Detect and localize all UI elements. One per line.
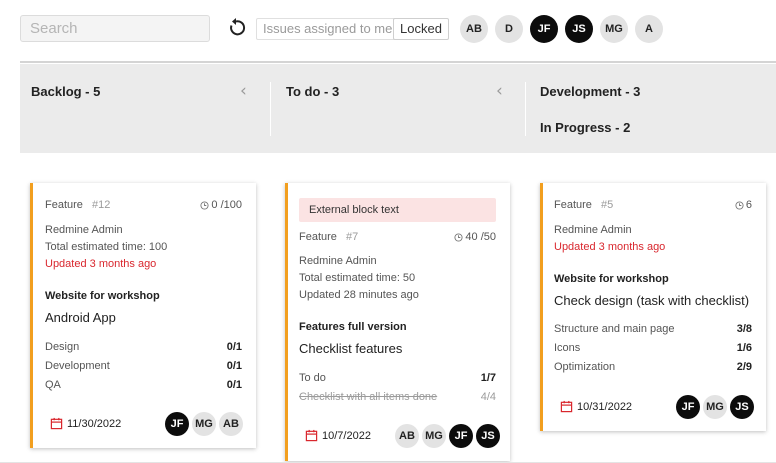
issue-id[interactable]: #12 — [92, 199, 110, 211]
assignee-avatar: MG — [422, 424, 446, 448]
due-date: 10/7/2022 — [305, 429, 371, 442]
card-author: Redmine Admin — [554, 224, 632, 236]
card-tracker: Feature #12 — [45, 199, 111, 211]
locked-filter-button[interactable]: Locked — [393, 18, 449, 40]
checklist-item-label: Icons — [554, 342, 581, 354]
issue-card[interactable]: External block text Feature #7 40 /50 Re… — [285, 183, 510, 461]
checklist-item-label: Structure and main page — [554, 323, 675, 335]
assignee-avatar: JF — [165, 412, 189, 436]
user-filter-avatar[interactable]: A — [635, 15, 663, 43]
checklist-item-label: Development — [45, 360, 110, 372]
user-filter-avatar[interactable]: MG — [600, 15, 628, 43]
collapse-column-icon[interactable]: ‹ — [240, 81, 247, 101]
checklist-item-progress: 0/1 — [226, 341, 242, 353]
card-project: Website for workshop — [45, 290, 160, 302]
assignee-avatar: MG — [703, 395, 727, 419]
assignee-avatar: JF — [676, 395, 700, 419]
column-title-backlog: Backlog - 5 — [31, 84, 101, 99]
column-divider — [270, 82, 271, 136]
card-tracker: Feature #5 — [554, 199, 614, 211]
issue-card[interactable]: Feature #12 0 /100 Redmine Admin Total e… — [30, 183, 256, 448]
issue-id[interactable]: #7 — [346, 231, 358, 243]
checklist-item-label: QA — [45, 379, 61, 391]
calendar-icon — [560, 400, 573, 413]
card-estimate: Total estimated time: 100 — [45, 241, 168, 253]
card-author: Redmine Admin — [299, 255, 377, 267]
card-estimate: Total estimated time: 50 — [299, 272, 416, 284]
card-updated: Updated 3 months ago — [554, 241, 666, 253]
checklist-item-progress: 2/9 — [736, 361, 752, 373]
time-tracking: 0 /100 — [200, 199, 242, 211]
card-updated: Updated 28 minutes ago — [299, 289, 419, 301]
user-filter-avatar[interactable]: JS — [565, 15, 593, 43]
card-title[interactable]: Android App — [45, 310, 116, 325]
column-title-todo: To do - 3 — [286, 84, 340, 99]
card-title[interactable]: Checklist features — [299, 341, 402, 356]
assignee-avatar: AB — [395, 424, 419, 448]
issue-card[interactable]: Feature #5 6 Redmine Admin Updated 3 mon… — [540, 183, 766, 431]
assignee-avatar: JS — [730, 395, 754, 419]
card-title[interactable]: Check design (task with checklist) — [554, 293, 749, 308]
card-project: Website for workshop — [554, 273, 669, 285]
due-date: 10/31/2022 — [560, 400, 632, 413]
board-column-headers: Backlog - 5 ‹ To do - 3 ‹ Development - … — [20, 64, 776, 153]
toolbar: Issues assigned to me Locked AB D JF JS … — [0, 0, 776, 60]
checklist-item-label: To do — [299, 372, 326, 384]
checklist-item-progress: 0/1 — [226, 379, 242, 391]
calendar-icon — [305, 429, 318, 442]
calendar-icon — [50, 417, 63, 430]
assignee-avatar: AB — [219, 412, 243, 436]
clock-icon — [735, 200, 744, 210]
assignee-avatar: MG — [192, 412, 216, 436]
checklist-item-progress: 3/8 — [736, 323, 752, 335]
checklist-item-progress: 1/6 — [736, 342, 752, 354]
card-updated: Updated 3 months ago — [45, 258, 157, 270]
assignee-avatar: JS — [476, 424, 500, 448]
user-filter-avatar[interactable]: JF — [530, 15, 558, 43]
card-tracker: Feature #7 — [299, 231, 359, 243]
time-tracking: 6 — [735, 199, 752, 211]
refresh-icon[interactable] — [224, 16, 248, 40]
user-filter-avatar[interactable]: D — [495, 15, 523, 43]
checklist-item-label: Optimization — [554, 361, 616, 373]
assignee-avatar: JF — [449, 424, 473, 448]
column-subtitle-in-progress: In Progress - 2 — [540, 120, 631, 135]
clock-icon — [200, 200, 209, 210]
checklist-item-progress: 0/1 — [226, 360, 242, 372]
checklist-item-label-done: Checklist with all items done — [299, 391, 438, 403]
column-divider — [525, 82, 526, 136]
collapse-column-icon[interactable]: ‹ — [496, 81, 503, 101]
external-block: External block text — [299, 198, 496, 222]
issue-id[interactable]: #5 — [601, 199, 613, 211]
card-author: Redmine Admin — [45, 224, 123, 236]
card-project: Features full version — [299, 321, 407, 333]
time-tracking: 40 /50 — [454, 231, 496, 243]
column-title-development: Development - 3 — [540, 84, 641, 99]
user-filter-avatar[interactable]: AB — [460, 15, 488, 43]
search-input[interactable] — [20, 15, 210, 42]
checklist-item-progress: 4/4 — [480, 391, 496, 403]
toolbar-divider — [20, 61, 776, 63]
assignee-filter-input[interactable]: Issues assigned to me — [256, 18, 400, 40]
due-date: 11/30/2022 — [50, 417, 121, 430]
checklist-item-progress: 1/7 — [480, 372, 496, 384]
clock-icon — [454, 232, 463, 242]
checklist-item-label: Design — [45, 341, 80, 353]
